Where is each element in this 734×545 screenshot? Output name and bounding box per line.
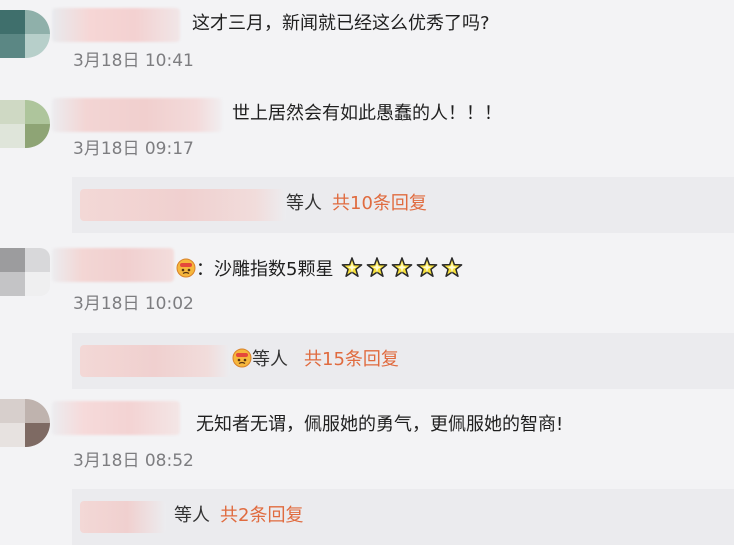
comment-time: 3月18日 09:17 [73,139,194,159]
reply-count-link[interactable]: 共10条回复 [332,192,427,216]
reply-users-suffix: 等人 [174,505,210,526]
comment-item: ：沙雕指数5颗星 3月18日 10:02 [0,240,734,320]
comment-item: 世上居然会有如此愚蠢的人！！！ 3月18日 09:17 [0,90,734,170]
reply-summary[interactable]: 等人 共15条回复 [72,333,734,389]
star-icon [391,257,413,277]
comment-text: 世上居然会有如此愚蠢的人！！！ [232,103,502,124]
star-rating [341,257,466,280]
comment-time: 3月18日 10:02 [73,294,194,314]
replier-names-blurred [80,189,286,221]
reply-count-link[interactable]: 共2条回复 [220,504,303,528]
comment-item: 无知者无谓，佩服她的勇气，更佩服她的智商! 3月18日 08:52 [0,395,734,475]
username-blurred[interactable] [52,248,174,282]
username-blurred[interactable] [52,98,222,132]
username-blurred[interactable] [52,401,180,435]
angry-face-icon [232,348,252,368]
comment-item: 这才三月，新闻就已经这么优秀了吗? 3月18日 10:41 [0,0,734,80]
avatar[interactable] [0,248,50,296]
angry-face-icon [176,258,196,278]
avatar[interactable] [0,10,50,58]
reply-count-link[interactable]: 共15条回复 [304,348,399,372]
avatar[interactable] [0,399,50,447]
comment-time: 3月18日 10:41 [73,51,194,71]
replier-names-blurred [80,345,230,377]
replier-names-blurred [80,501,166,533]
username-blurred[interactable] [52,8,180,42]
reply-users-text: 等人 [252,349,288,370]
comment-time: 3月18日 08:52 [73,451,194,471]
star-icon [416,257,438,277]
reply-users-suffix: 等人 [286,193,322,214]
comment-text: ：沙雕指数5颗星 [176,257,466,282]
comment-text: 无知者无谓，佩服她的勇气，更佩服她的智商! [196,414,564,435]
comment-text-content: ：沙雕指数5颗星 [196,259,334,280]
star-icon [341,257,363,277]
reply-summary[interactable]: 等人 共2条回复 [72,489,734,545]
comment-text: 这才三月，新闻就已经这么优秀了吗? [192,13,490,34]
star-icon [366,257,388,277]
star-icon [441,257,463,277]
avatar[interactable] [0,100,50,148]
reply-summary[interactable]: 等人 共10条回复 [72,177,734,233]
reply-users-suffix: 等人 [232,348,288,372]
